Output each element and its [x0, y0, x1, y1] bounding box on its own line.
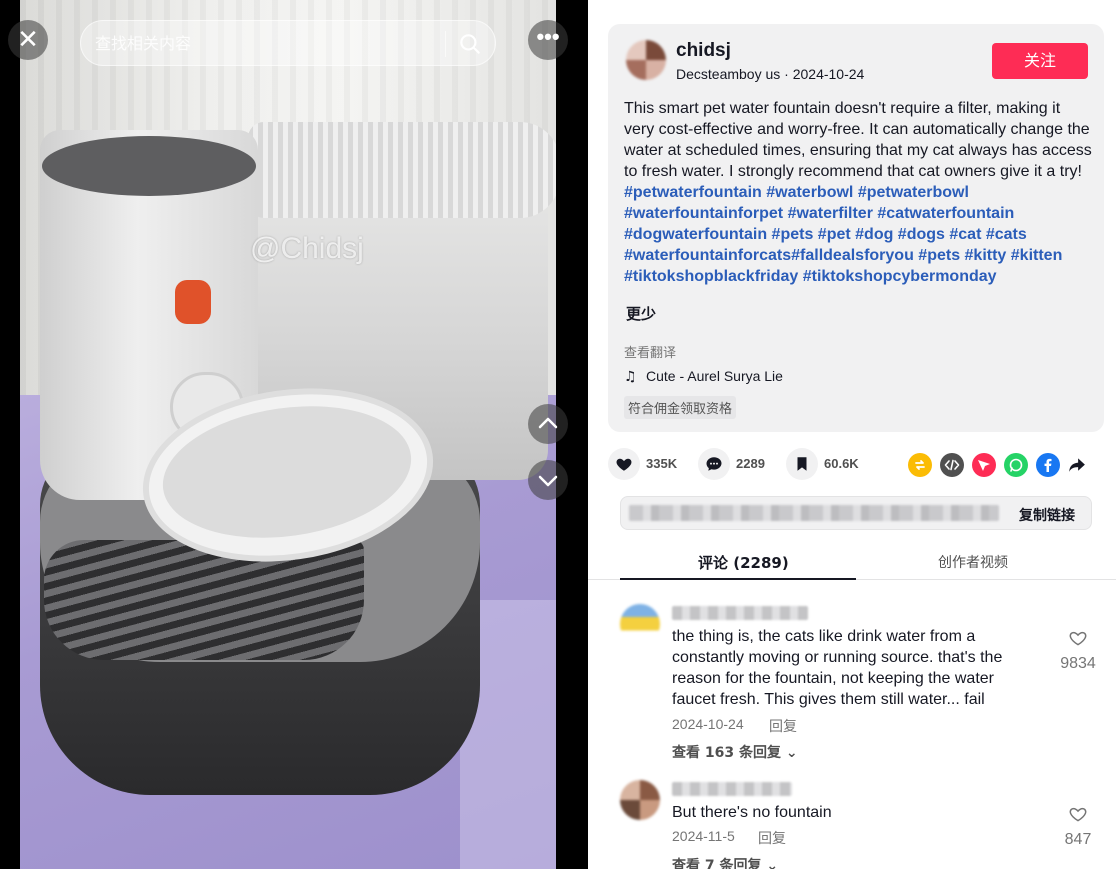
- post-description: This smart pet water fountain doesn't re…: [624, 98, 1094, 287]
- save-count: 60.6K: [824, 456, 859, 471]
- author-meta: Decsteamboy us · 2024-10-24: [676, 66, 865, 82]
- video-fountain-lid: [248, 122, 556, 218]
- music-note-icon: ♫: [624, 369, 637, 385]
- comment-text: But there's no fountain: [672, 804, 832, 821]
- commenter-avatar[interactable]: [620, 604, 660, 644]
- comment-like-button[interactable]: 9834: [1056, 628, 1100, 673]
- music-link[interactable]: ♫ Cute - Aurel Surya Lie: [624, 368, 783, 385]
- see-translation-link[interactable]: 查看翻译: [624, 342, 676, 361]
- comment-date: 2024-11-5: [672, 828, 735, 844]
- details-panel: chidsj Decsteamboy us · 2024-10-24 关注 Th…: [588, 0, 1116, 869]
- bookmark-icon: [797, 457, 807, 471]
- search-icon[interactable]: [457, 31, 483, 57]
- post-info-card: chidsj Decsteamboy us · 2024-10-24 关注 Th…: [608, 24, 1104, 432]
- chevron-up-icon: [538, 417, 558, 429]
- next-video-button[interactable]: [528, 460, 568, 500]
- show-less-button[interactable]: 更少: [626, 303, 656, 324]
- comment-count: 2289: [736, 456, 765, 471]
- search-divider: [445, 31, 446, 57]
- commenter-name[interactable]: [672, 782, 792, 796]
- repost-button[interactable]: [908, 453, 932, 477]
- music-title: Cute - Aurel Surya Lie: [646, 368, 783, 384]
- facebook-share-button[interactable]: [1036, 453, 1060, 477]
- video-fountain-knob: [175, 280, 211, 324]
- embed-button[interactable]: [940, 453, 964, 477]
- embed-code-icon: [944, 459, 960, 471]
- share-arrow-icon: [1069, 458, 1085, 472]
- repost-icon: [915, 460, 925, 470]
- like-circle: [608, 448, 640, 480]
- send-icon: [978, 460, 990, 471]
- commenter-name[interactable]: [672, 606, 808, 620]
- search-input[interactable]: [95, 21, 435, 65]
- heart-outline-icon: [1069, 631, 1087, 646]
- chevron-down-icon: ⌄: [785, 745, 798, 761]
- view-replies-label: 查看 7 条回复: [672, 858, 762, 869]
- video-fountain-column-top: [42, 136, 256, 196]
- view-replies-button[interactable]: 查看 7 条回复 ⌄: [672, 855, 778, 869]
- comment-icon: [706, 457, 722, 471]
- description-text: This smart pet water fountain doesn't re…: [624, 100, 1092, 180]
- heart-icon: [616, 458, 632, 471]
- close-icon: ✕: [17, 25, 39, 55]
- video-pane: @Chidsj ✕ •••: [0, 0, 588, 869]
- comment-like-count: 9834: [1060, 655, 1096, 672]
- share-link-box: 复制链接: [620, 496, 1092, 530]
- app-root: @Chidsj ✕ •••: [0, 0, 1116, 869]
- comment-item: the thing is, the cats like drink water …: [620, 604, 1100, 764]
- close-button[interactable]: ✕: [8, 20, 48, 60]
- video-player[interactable]: @Chidsj: [20, 0, 556, 869]
- author-name[interactable]: chidsj: [676, 40, 731, 62]
- tab-comments[interactable]: 评论 (2289): [698, 552, 789, 573]
- comment-like-count: 847: [1064, 831, 1092, 848]
- chevron-down-icon: ⌄: [766, 858, 779, 869]
- comment-circle: [698, 448, 730, 480]
- view-replies-label: 查看 163 条回复: [672, 745, 781, 761]
- comment-like-button[interactable]: 847: [1056, 804, 1100, 849]
- like-count: 335K: [646, 456, 678, 471]
- action-bar: 335K 2289 60.6K: [608, 446, 1104, 482]
- reply-button[interactable]: 回复: [758, 828, 786, 848]
- chevron-down-icon: [538, 475, 558, 487]
- whatsapp-icon: [1009, 458, 1023, 472]
- previous-video-button[interactable]: [528, 404, 568, 444]
- view-replies-button[interactable]: 查看 163 条回复 ⌄: [672, 742, 798, 762]
- follow-button[interactable]: 关注: [992, 43, 1088, 79]
- comment-item: But there's no fountain 2024-11-5 回复 查看 …: [620, 780, 1100, 869]
- reply-button[interactable]: 回复: [769, 716, 797, 736]
- active-tab-indicator: [620, 578, 856, 580]
- hashtags[interactable]: #petwaterfountain #waterbowl #petwaterbo…: [624, 184, 1062, 285]
- commenter-avatar[interactable]: [620, 780, 660, 820]
- share-link-url[interactable]: [629, 505, 999, 521]
- video-fountain-grille: [44, 540, 364, 660]
- comment-tabs: 评论 (2289) 创作者视频: [588, 540, 1116, 580]
- save-circle: [786, 448, 818, 480]
- whatsapp-share-button[interactable]: [1004, 453, 1028, 477]
- comment-date: 2024-10-24: [672, 716, 744, 732]
- more-share-button[interactable]: [1066, 453, 1090, 477]
- facebook-icon: [1044, 458, 1052, 472]
- send-to-friends-button[interactable]: [972, 453, 996, 477]
- author-avatar[interactable]: [626, 40, 666, 80]
- more-dots-icon: •••: [536, 24, 560, 49]
- tab-creator-videos[interactable]: 创作者视频: [938, 552, 1008, 572]
- comment-text: the thing is, the cats like drink water …: [672, 628, 1003, 708]
- copy-link-button[interactable]: 复制链接: [1019, 505, 1075, 525]
- more-options-button[interactable]: •••: [528, 20, 568, 60]
- commission-badge: 符合佣金领取资格: [624, 396, 737, 419]
- video-watermark: @Chidsj: [250, 232, 364, 265]
- heart-outline-icon: [1069, 807, 1087, 822]
- search-box[interactable]: [80, 20, 496, 66]
